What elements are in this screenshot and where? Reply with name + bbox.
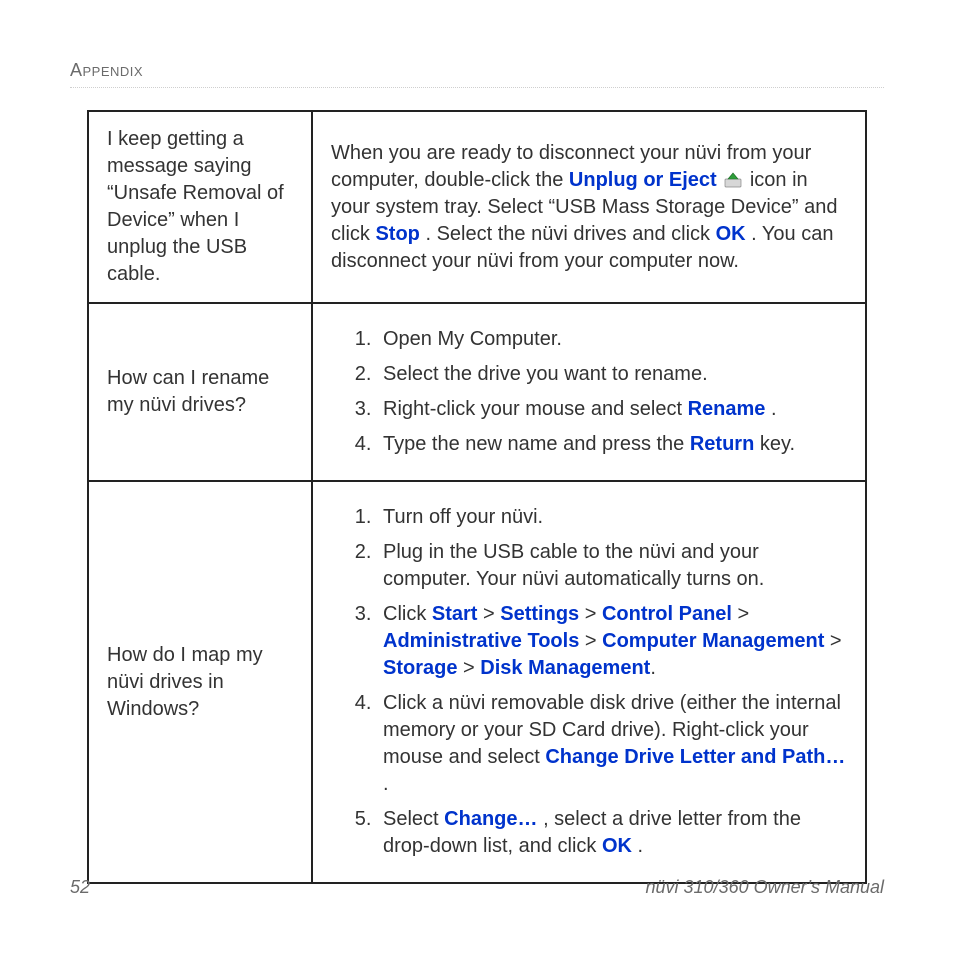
path-storage: Storage (383, 657, 457, 679)
change-drive-letter-link: Change Drive Letter and Path… (545, 746, 845, 768)
step-text: . (771, 398, 777, 420)
page: Appendix I keep getting a message saying… (0, 0, 954, 884)
list-item: Type the new name and press the Return k… (377, 427, 847, 462)
step-text: Select (383, 808, 444, 830)
path-computer-management: Computer Management (602, 630, 824, 652)
table-row: How can I rename my nüvi drives? Open My… (88, 303, 866, 481)
step-text: . (638, 835, 644, 857)
path-disk-management: Disk Management (480, 657, 650, 679)
ok-link: OK (602, 835, 632, 857)
step-text: . (383, 773, 389, 795)
section-header: Appendix (70, 60, 884, 88)
faq-question: How can I rename my nüvi drives? (88, 303, 312, 481)
step-text: Right-click your mouse and select (383, 398, 688, 420)
answer-text: . Select the nüvi drives and click (425, 223, 715, 245)
list-item: Plug in the USB cable to the nüvi and yo… (377, 535, 847, 597)
list-item: Select the drive you want to rename. (377, 357, 847, 392)
step-text: Open My Computer. (383, 328, 562, 350)
path-sep: > (477, 603, 500, 625)
faq-table: I keep getting a message saying “Unsafe … (87, 110, 867, 884)
ok-link: OK (716, 223, 746, 245)
list-item: Turn off your nüvi. (377, 500, 847, 535)
list-item: Open My Computer. (377, 322, 847, 357)
step-text: Type the new name and press the (383, 433, 690, 455)
stop-link: Stop (375, 223, 419, 245)
step-text: Select the drive you want to rename. (383, 363, 708, 385)
page-number: 52 (70, 877, 90, 898)
rename-link: Rename (688, 398, 766, 420)
path-sep: > (824, 630, 841, 652)
steps-list: Turn off your nüvi. Plug in the USB cabl… (331, 500, 847, 864)
step-text: Turn off your nüvi. (383, 506, 543, 528)
step-text: . (650, 657, 656, 679)
table-row: How do I map my nüvi drives in Windows? … (88, 481, 866, 883)
list-item: Right-click your mouse and select Rename… (377, 392, 847, 427)
table-row: I keep getting a message saying “Unsafe … (88, 111, 866, 303)
path-admin-tools: Administrative Tools (383, 630, 579, 652)
path-start: Start (432, 603, 478, 625)
faq-question: I keep getting a message saying “Unsafe … (88, 111, 312, 303)
steps-list: Open My Computer. Select the drive you w… (331, 322, 847, 462)
step-text: Plug in the USB cable to the nüvi and yo… (383, 541, 764, 590)
step-text: Click (383, 603, 432, 625)
path-sep: > (579, 630, 602, 652)
unplug-eject-link: Unplug or Eject (569, 169, 717, 191)
path-sep: > (457, 657, 480, 679)
path-control-panel: Control Panel (602, 603, 732, 625)
path-sep: > (579, 603, 602, 625)
list-item: Select Change… , select a drive letter f… (377, 802, 847, 864)
eject-icon (724, 169, 742, 185)
change-link: Change… (444, 808, 537, 830)
page-footer: 52 nüvi 310/360 Owner’s Manual (70, 877, 884, 898)
faq-answer: Turn off your nüvi. Plug in the USB cabl… (312, 481, 866, 883)
list-item: Click Start > Settings > Control Panel >… (377, 597, 847, 686)
faq-answer: When you are ready to disconnect your nü… (312, 111, 866, 303)
manual-title: nüvi 310/360 Owner’s Manual (646, 877, 884, 898)
path-settings: Settings (500, 603, 579, 625)
return-link: Return (690, 433, 754, 455)
faq-answer: Open My Computer. Select the drive you w… (312, 303, 866, 481)
list-item: Click a nüvi removable disk drive (eithe… (377, 686, 847, 802)
step-text: key. (760, 433, 795, 455)
path-sep: > (732, 603, 749, 625)
faq-question: How do I map my nüvi drives in Windows? (88, 481, 312, 883)
